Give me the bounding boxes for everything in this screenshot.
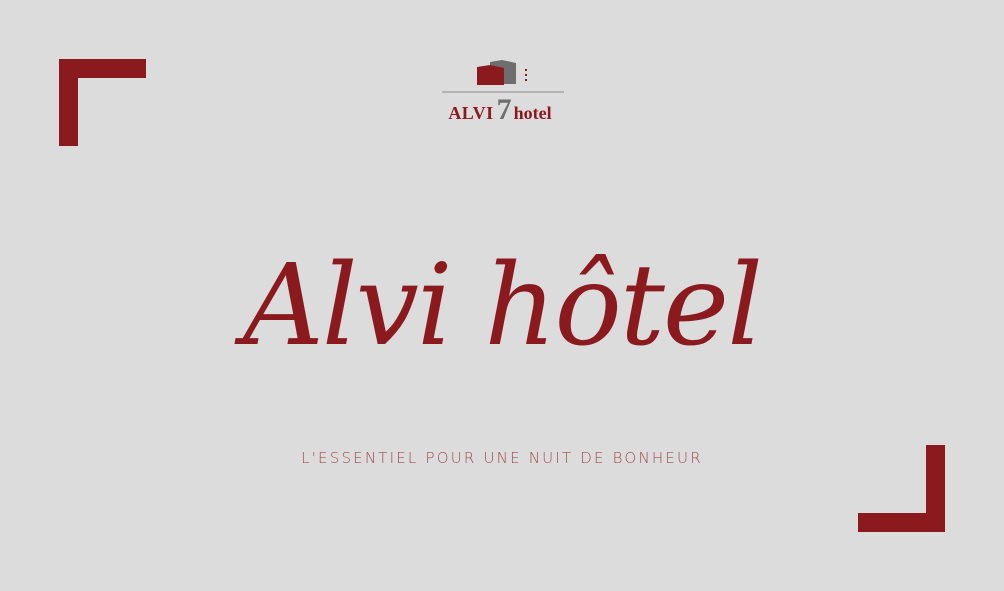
corner-bracket-top-left (59, 59, 146, 146)
logo-brand-name: ALVI (448, 103, 494, 123)
logo-number: 7 (496, 93, 512, 126)
hotel-building-logo-icon (442, 60, 564, 93)
logo-suffix: hotel (513, 103, 552, 123)
tagline: L'ESSENTIEL POUR UNE NUIT DE BONHEUR (301, 449, 703, 467)
hotel-title: Alvi hôtel (242, 241, 763, 371)
hotel-logo: ALVI 7 hotel (432, 58, 568, 126)
logo-wordmark: ALVI 7 hotel (432, 92, 568, 126)
